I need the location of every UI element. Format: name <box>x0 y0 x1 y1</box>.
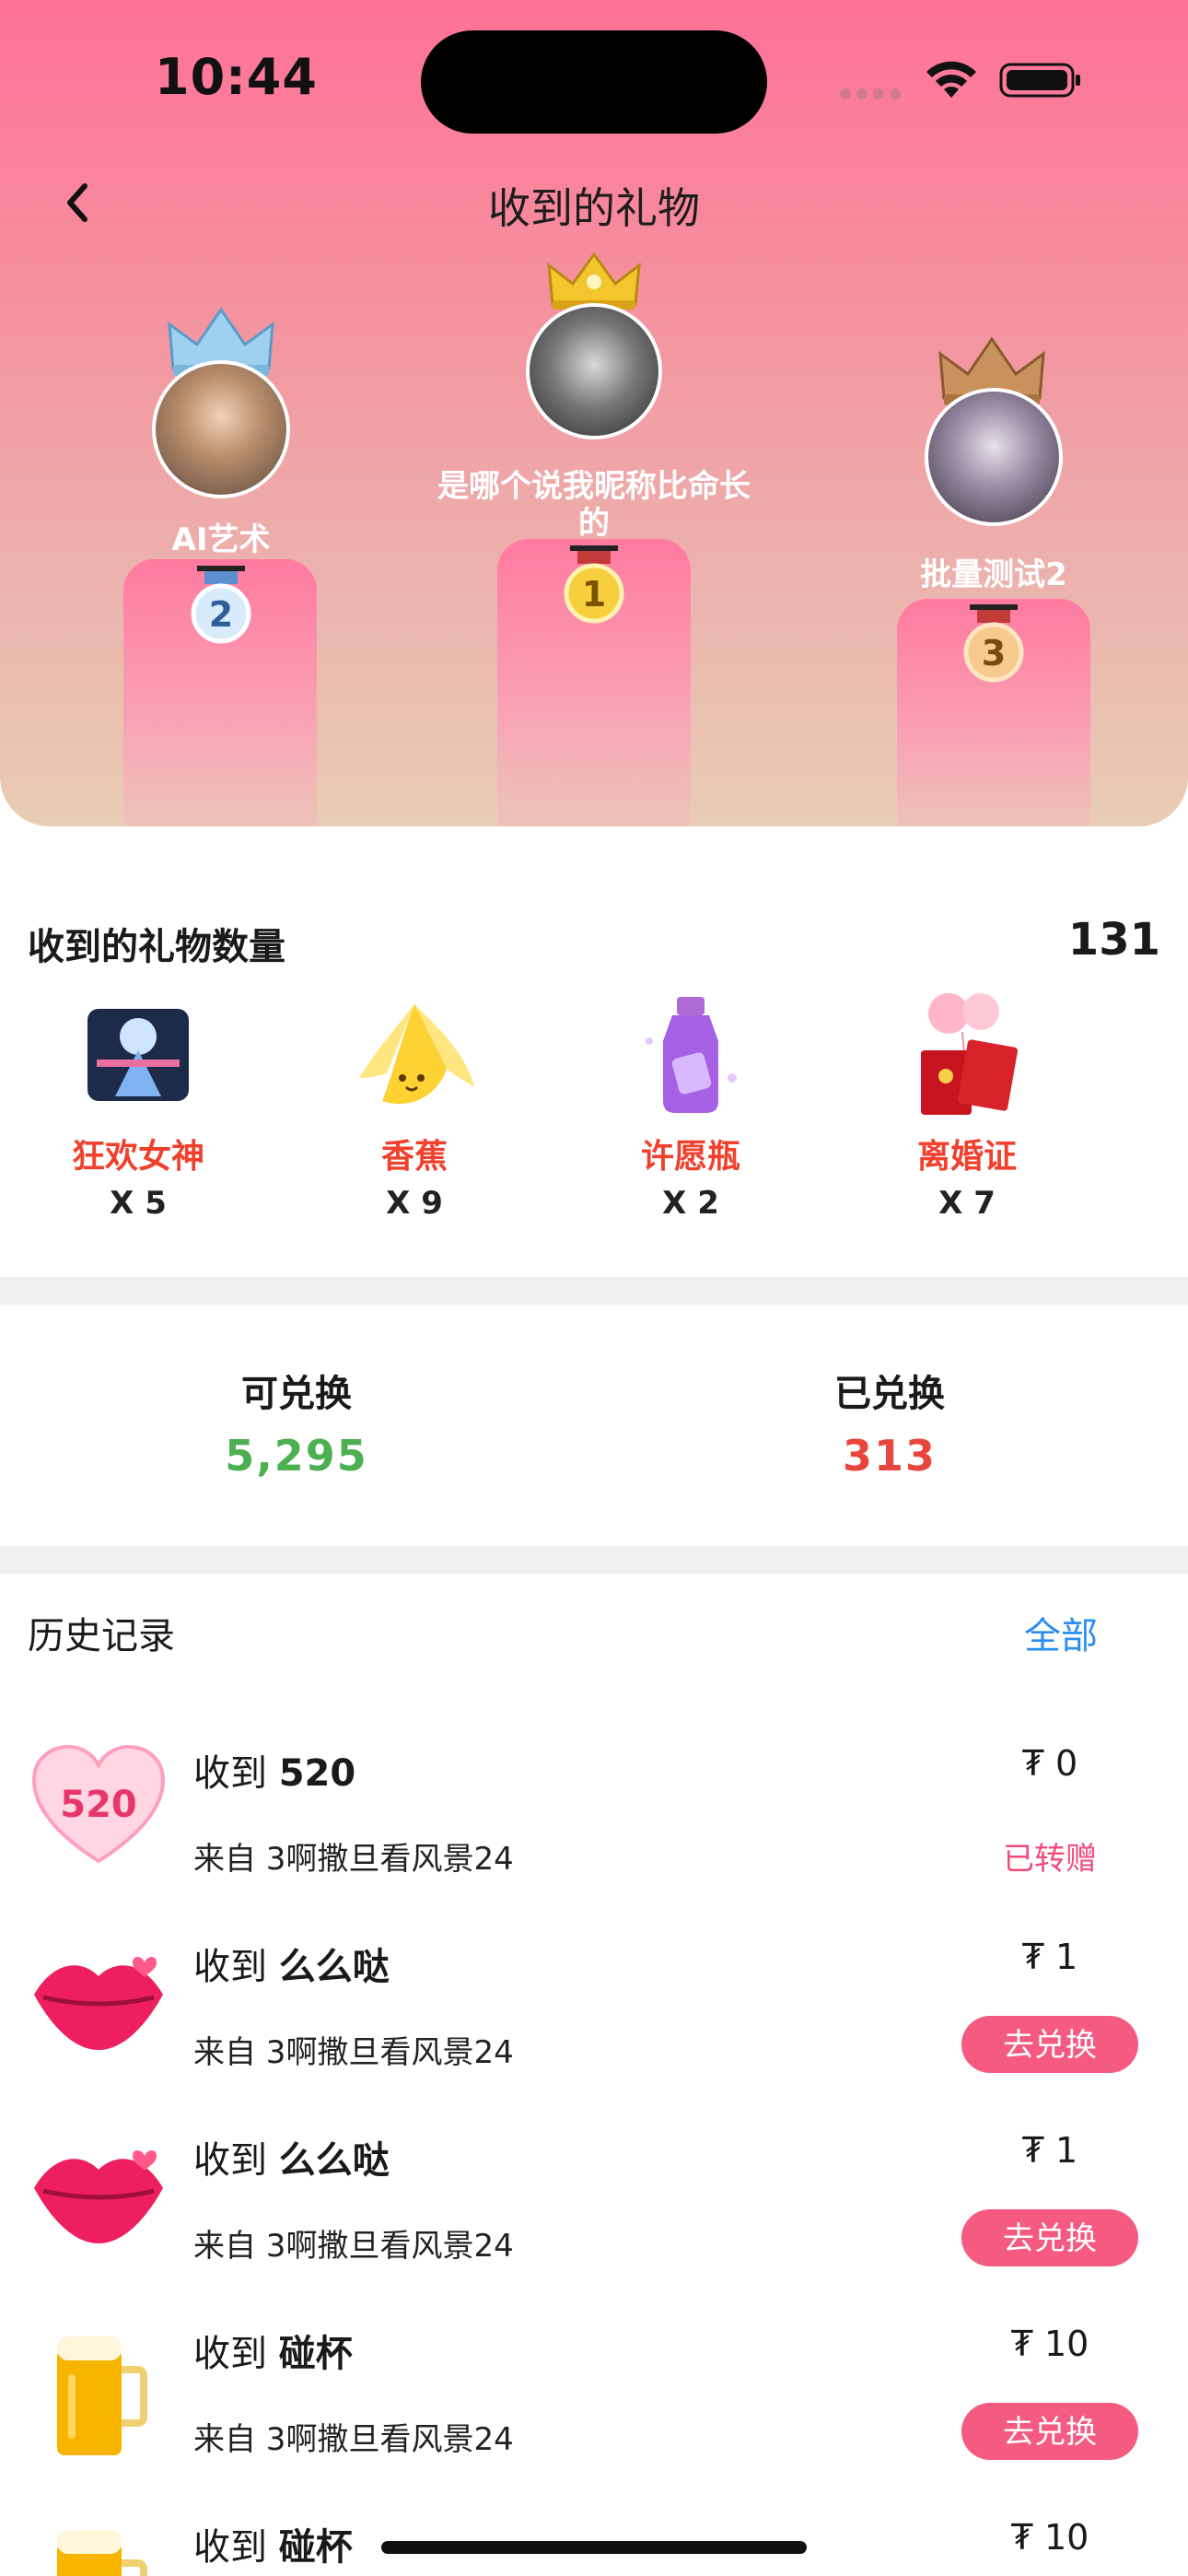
medal-rank-1: 1 <box>582 574 606 615</box>
avatar-rank-2[interactable] <box>152 360 290 498</box>
gold-medal-icon: 1 <box>564 545 624 624</box>
history-row[interactable]: 收到 么么哒 来自 3啊撒旦看风景24 ₮ 1 去兑换 <box>0 1916 1188 2110</box>
gift-name: 许愿瓶 <box>640 1138 740 1176</box>
history-row-sender: 来自 3啊撒旦看风景24 <box>193 1841 514 1878</box>
history-row-price: ₮ 10 <box>1010 2324 1089 2364</box>
signal-icon <box>840 86 906 100</box>
history-row-price: ₮ 0 <box>1021 1743 1078 1784</box>
history-row-sender: 来自 3啊撒旦看风景24 <box>193 2034 514 2071</box>
podium-name-1: 是哪个说我昵称比命长的 <box>437 468 751 542</box>
section-divider <box>0 1546 1188 1574</box>
avatar-rank-1[interactable] <box>526 303 662 439</box>
avatar-rank-3[interactable] <box>925 388 1063 526</box>
exchange-button[interactable]: 去兑换 <box>961 2209 1138 2266</box>
history-row-price: ₮ 1 <box>1021 2130 1078 2171</box>
divorce-certificate-gift-icon <box>921 993 1019 1115</box>
history-filter-all[interactable]: 全部 <box>1024 1606 1098 1659</box>
lips-icon <box>34 2150 163 2243</box>
exchange-button[interactable]: 去兑换 <box>961 2016 1138 2073</box>
history-row[interactable]: 收到 碰杯 ₮ 10 <box>0 2497 1188 2576</box>
svg-text:520: 520 <box>60 1784 137 1826</box>
beer-mug-icon <box>57 2530 147 2576</box>
gift-item[interactable]: 狂欢女神 X 5 <box>0 986 276 1222</box>
gift-count-total: 131 <box>1067 914 1160 966</box>
exchange-button[interactable]: 去兑换 <box>961 2403 1138 2460</box>
podium-name-2: AI艺术 <box>171 521 271 558</box>
available-label: 可兑换 <box>241 1373 352 1415</box>
bronze-medal-icon: 3 <box>963 604 1024 683</box>
history-row-title: 收到 碰杯 <box>193 2517 353 2570</box>
history-row-title: 收到 碰杯 <box>193 2324 353 2377</box>
exchanged-value: 313 <box>842 1431 938 1481</box>
gift-qty: X 9 <box>386 1185 443 1222</box>
transferred-status: 已转赠 <box>1003 1841 1097 1878</box>
received-prefix: 收到 <box>193 2526 267 2569</box>
podium-name-3: 批量测试2 <box>920 556 1067 593</box>
available-value: 5,295 <box>225 1431 368 1481</box>
history-row-title: 收到 么么哒 <box>193 1937 390 1990</box>
silver-medal-icon: 2 <box>191 566 251 644</box>
history-title: 历史记录 <box>28 1615 175 1657</box>
ranking-header: 10:44 收到的礼物 是哪个说我昵称比命长的 1 AI艺术 2 批量测试2 3 <box>0 0 1188 826</box>
gift-name: 碰杯 <box>278 2333 353 2375</box>
history-row-sender: 来自 3啊撒旦看风景24 <box>193 2421 514 2458</box>
banana-gift-icon <box>359 1004 474 1105</box>
history-row-price: ₮ 10 <box>1010 2517 1089 2558</box>
gift-name: 香蕉 <box>380 1138 448 1176</box>
wish-bottle-gift-icon <box>646 997 737 1113</box>
lips-icon <box>34 1957 163 2050</box>
status-time: 10:44 <box>155 48 318 106</box>
received-prefix: 收到 <box>193 1752 267 1795</box>
gift-item[interactable]: 许愿瓶 X 2 <box>553 986 829 1222</box>
history-row[interactable]: 收到 碰杯 来自 3啊撒旦看风景24 ₮ 10 去兑换 <box>0 2303 1188 2497</box>
medal-rank-2: 2 <box>209 594 233 635</box>
history-row-price: ₮ 1 <box>1021 1937 1078 1977</box>
home-indicator <box>381 2541 807 2554</box>
exchanged-label: 已兑换 <box>834 1373 945 1415</box>
gift-item[interactable]: 离婚证 X 7 <box>829 986 1105 1222</box>
history-row[interactable]: 收到 么么哒 来自 3啊撒旦看风景24 ₮ 1 去兑换 <box>0 2110 1188 2303</box>
battery-icon <box>999 63 1080 98</box>
gift-qty: X 5 <box>110 1185 167 1222</box>
history-row[interactable]: 520 收到 520 来自 3啊撒旦看风景24 ₮ 0 已转赠 <box>0 1723 1188 1916</box>
gift-qty: X 2 <box>662 1185 719 1222</box>
heart-520-icon: 520 <box>31 1744 166 1864</box>
received-prefix: 收到 <box>193 2333 267 2375</box>
gift-name: 520 <box>278 1752 356 1795</box>
dynamic-island <box>421 30 767 134</box>
wifi-icon <box>926 61 976 98</box>
gift-count-title: 收到的礼物数量 <box>28 926 285 968</box>
section-divider <box>0 1277 1188 1305</box>
page-title: 收到的礼物 <box>488 183 700 233</box>
gift-name: 碰杯 <box>278 2526 353 2569</box>
gift-name: 离婚证 <box>916 1138 1017 1176</box>
gift-name: 么么哒 <box>278 1946 390 1988</box>
beer-mug-icon <box>57 2336 147 2455</box>
history-row-title: 收到 520 <box>193 1743 355 1797</box>
gift-qty: X 7 <box>938 1185 996 1222</box>
history-row-sender: 来自 3啊撒旦看风景24 <box>193 2228 514 2265</box>
gift-name: 么么哒 <box>278 2139 390 2182</box>
history-row-title: 收到 么么哒 <box>193 2130 390 2184</box>
gift-name: 狂欢女神 <box>71 1138 204 1176</box>
received-prefix: 收到 <box>193 1946 267 1988</box>
medal-rank-3: 3 <box>982 633 1006 673</box>
gift-item[interactable]: 香蕉 X 9 <box>276 986 553 1222</box>
received-prefix: 收到 <box>193 2139 267 2182</box>
goddess-gift-icon <box>87 1009 189 1101</box>
